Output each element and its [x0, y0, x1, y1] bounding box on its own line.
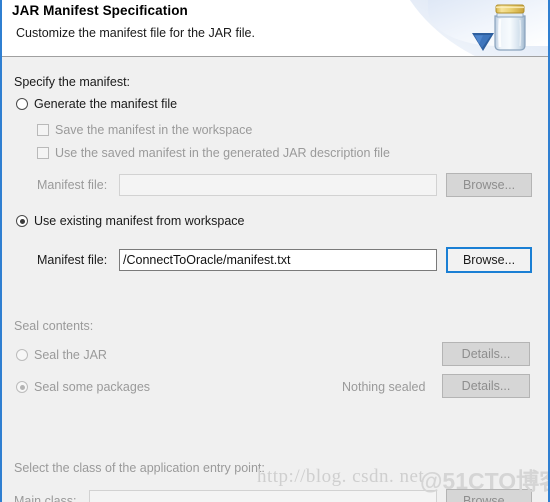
generate-manifest-label: Generate the manifest file — [34, 97, 178, 111]
main-class-input[interactable] — [89, 490, 437, 502]
entry-point-label-row: Select the class of the application entr… — [14, 461, 265, 475]
seal-packages-radio[interactable] — [16, 381, 28, 393]
generate-manifest-file-input[interactable] — [119, 174, 437, 196]
seal-packages-label: Seal some packages — [34, 380, 151, 394]
dialog-body: Specify the manifest: Generate the manif… — [2, 57, 548, 502]
seal-contents-label-row: Seal contents: — [14, 319, 93, 333]
existing-manifest-file-label: Manifest file: — [37, 253, 108, 267]
generate-manifest-radio-row[interactable]: Generate the manifest file — [16, 97, 177, 111]
dialog-header: JAR Manifest Specification Customize the… — [2, 0, 548, 57]
existing-manifest-file-row: Manifest file: /ConnectToOracle/manifest… — [37, 247, 542, 273]
main-class-row: Main class: Browse... — [14, 489, 542, 502]
seal-jar-radio[interactable] — [16, 349, 28, 361]
use-existing-manifest-radio-row[interactable]: Use existing manifest from workspace — [16, 214, 245, 228]
use-existing-manifest-label: Use existing manifest from workspace — [34, 214, 245, 228]
generate-manifest-file-row: Manifest file: Browse... — [37, 173, 542, 197]
seal-packages-radio-row[interactable]: Seal some packages — [16, 380, 150, 394]
existing-manifest-file-input[interactable]: /ConnectToOracle/manifest.txt — [119, 249, 437, 271]
save-manifest-checkbox[interactable] — [37, 124, 49, 136]
use-saved-manifest-checkbox-row[interactable]: Use the saved manifest in the generated … — [37, 146, 390, 160]
seal-contents-label: Seal contents: — [14, 319, 94, 333]
jar-manifest-specification-dialog: JAR Manifest Specification Customize the… — [0, 0, 550, 502]
specify-manifest-label: Specify the manifest: — [14, 75, 131, 89]
generate-manifest-browse-button[interactable]: Browse... — [446, 173, 532, 197]
jar-icon — [494, 4, 526, 51]
existing-manifest-browse-button[interactable]: Browse... — [446, 247, 532, 273]
main-class-browse-button[interactable]: Browse... — [446, 489, 532, 502]
seal-jar-details-button[interactable]: Details... — [442, 342, 530, 366]
use-saved-manifest-label: Use the saved manifest in the generated … — [55, 146, 390, 160]
specify-manifest-label-row: Specify the manifest: — [14, 75, 130, 89]
page-subtitle: Customize the manifest file for the JAR … — [16, 26, 255, 40]
entry-point-label: Select the class of the application entr… — [14, 461, 265, 475]
use-saved-manifest-checkbox[interactable] — [37, 147, 49, 159]
seal-packages-details-button[interactable]: Details... — [442, 374, 530, 398]
generate-manifest-radio[interactable] — [16, 98, 28, 110]
save-manifest-label: Save the manifest in the workspace — [55, 123, 253, 137]
seal-jar-radio-row[interactable]: Seal the JAR — [16, 348, 107, 362]
page-title: JAR Manifest Specification — [12, 3, 188, 18]
save-manifest-checkbox-row[interactable]: Save the manifest in the workspace — [37, 123, 252, 137]
seal-status-label: Nothing sealed — [342, 380, 426, 394]
generate-manifest-file-label: Manifest file: — [37, 178, 108, 192]
main-class-label: Main class: — [14, 494, 77, 502]
use-existing-manifest-radio[interactable] — [16, 215, 28, 227]
seal-jar-label: Seal the JAR — [34, 348, 107, 362]
